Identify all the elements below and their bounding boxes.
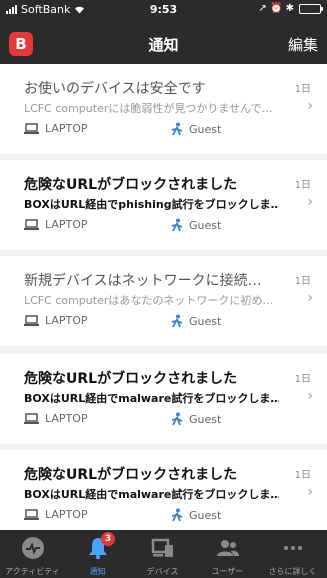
device-info: LAPTOP bbox=[24, 412, 88, 425]
notification-time: 1日 bbox=[294, 276, 311, 287]
user-name: Guest bbox=[189, 508, 222, 522]
activity-icon bbox=[0, 536, 65, 560]
notification-card[interactable]: お使いのデバイスは安全です 1日 LCFC computerには脆弱性が見つかり… bbox=[0, 64, 327, 154]
notification-body: BOXはURL経由でmalware試行をブロックしま… bbox=[24, 392, 279, 405]
tab-notifications[interactable]: 3 通知 bbox=[65, 530, 130, 578]
notification-card[interactable]: 新規デバイスはネットワークに接続… 1日 LCFC computerはあなたのネ… bbox=[0, 256, 327, 346]
device-info: LAPTOP bbox=[24, 218, 88, 231]
edit-button[interactable]: 編集 bbox=[288, 34, 318, 55]
device-name: LAPTOP bbox=[45, 508, 88, 521]
tab-label: ユーザー bbox=[211, 567, 244, 576]
chevron-right-icon: › bbox=[307, 388, 313, 404]
chevron-right-icon: › bbox=[307, 194, 313, 210]
notification-badge: 3 bbox=[101, 532, 115, 546]
tab-activity[interactable]: アクティビティ bbox=[0, 530, 65, 578]
notification-time: 1日 bbox=[294, 180, 311, 191]
status-bar: SoftBank 9:53 ↗ ⏰ ✱ bbox=[0, 0, 327, 20]
notification-time: 1日 bbox=[294, 374, 311, 385]
guest-user-icon bbox=[170, 218, 183, 232]
tab-users[interactable]: ユーザー bbox=[195, 530, 260, 578]
user-name: Guest bbox=[189, 218, 222, 232]
tab-label: アクティビティ bbox=[5, 567, 60, 576]
user-info: Guest bbox=[170, 508, 221, 522]
tab-label: さらに詳しく bbox=[268, 567, 317, 576]
user-info: Guest bbox=[170, 314, 221, 328]
tab-bar: アクティビティ 3 通知 デバイス ユーザー さらに詳しく bbox=[0, 530, 327, 578]
user-info: Guest bbox=[170, 218, 221, 232]
laptop-icon bbox=[24, 508, 39, 521]
guest-user-icon bbox=[170, 508, 183, 522]
laptop-icon bbox=[24, 314, 39, 327]
laptop-icon bbox=[24, 122, 39, 135]
tab-label: 通知 bbox=[89, 567, 106, 576]
user-name: Guest bbox=[189, 412, 222, 426]
guest-user-icon bbox=[170, 412, 183, 426]
page-title: 通知 bbox=[148, 36, 179, 54]
device-name: LAPTOP bbox=[45, 314, 88, 327]
notification-body: LCFC computerはあなたのネットワークに初め… bbox=[24, 294, 274, 307]
laptop-icon bbox=[24, 218, 39, 231]
chevron-right-icon: › bbox=[307, 484, 313, 500]
notification-body: BOXはURL経由でphishing試行をブロックしま… bbox=[24, 198, 279, 211]
notification-title: 危険なURLがブロックされました bbox=[24, 467, 238, 483]
notification-title: 危険なURLがブロックされました bbox=[24, 371, 238, 387]
chevron-right-icon: › bbox=[307, 98, 313, 114]
nav-bar: B 通知 編集 bbox=[0, 24, 327, 64]
notification-title: お使いのデバイスは安全です bbox=[24, 81, 206, 97]
users-icon bbox=[195, 536, 260, 560]
notification-card[interactable]: 危険なURLがブロックされました 1日 BOXはURL経由でmalware試行を… bbox=[0, 450, 327, 530]
user-info: Guest bbox=[170, 122, 221, 136]
notification-title: 新規デバイスはネットワークに接続… bbox=[24, 273, 262, 289]
more-icon bbox=[260, 536, 325, 560]
notification-card[interactable]: 危険なURLがブロックされました 1日 BOXはURL経由でmalware試行を… bbox=[0, 354, 327, 444]
laptop-icon bbox=[24, 412, 39, 425]
bell-icon bbox=[65, 536, 130, 560]
notification-time: 1日 bbox=[294, 470, 311, 481]
tab-more[interactable]: さらに詳しく bbox=[260, 530, 325, 578]
user-name: Guest bbox=[189, 122, 222, 136]
device-name: LAPTOP bbox=[45, 122, 88, 135]
guest-user-icon bbox=[170, 314, 183, 328]
device-info: LAPTOP bbox=[24, 314, 88, 327]
devices-icon bbox=[130, 536, 195, 560]
user-name: Guest bbox=[189, 314, 222, 328]
status-indicators: ↗ ⏰ ✱ bbox=[258, 3, 294, 14]
battery-icon bbox=[299, 3, 323, 14]
notification-body: LCFC computerには脆弱性が見つかりませんで… bbox=[24, 102, 273, 115]
device-name: LAPTOP bbox=[45, 218, 88, 231]
notification-list: お使いのデバイスは安全です 1日 LCFC computerには脆弱性が見つかり… bbox=[0, 64, 327, 530]
tab-devices[interactable]: デバイス bbox=[130, 530, 195, 578]
notification-card[interactable]: 危険なURLがブロックされました 1日 BOXはURL経由でphishing試行… bbox=[0, 160, 327, 250]
notification-title: 危険なURLがブロックされました bbox=[24, 177, 238, 193]
device-info: LAPTOP bbox=[24, 122, 88, 135]
app-header: SoftBank 9:53 ↗ ⏰ ✱ B 通知 編集 bbox=[0, 0, 327, 64]
user-info: Guest bbox=[170, 412, 221, 426]
device-name: LAPTOP bbox=[45, 412, 88, 425]
tab-label: デバイス bbox=[146, 567, 179, 576]
status-right: ↗ ⏰ ✱ bbox=[258, 3, 323, 14]
guest-user-icon bbox=[170, 122, 183, 136]
device-info: LAPTOP bbox=[24, 508, 88, 521]
notification-time: 1日 bbox=[294, 84, 311, 95]
notification-body: BOXはURL経由でmalware試行をブロックしま… bbox=[24, 488, 279, 501]
chevron-right-icon: › bbox=[307, 290, 313, 306]
